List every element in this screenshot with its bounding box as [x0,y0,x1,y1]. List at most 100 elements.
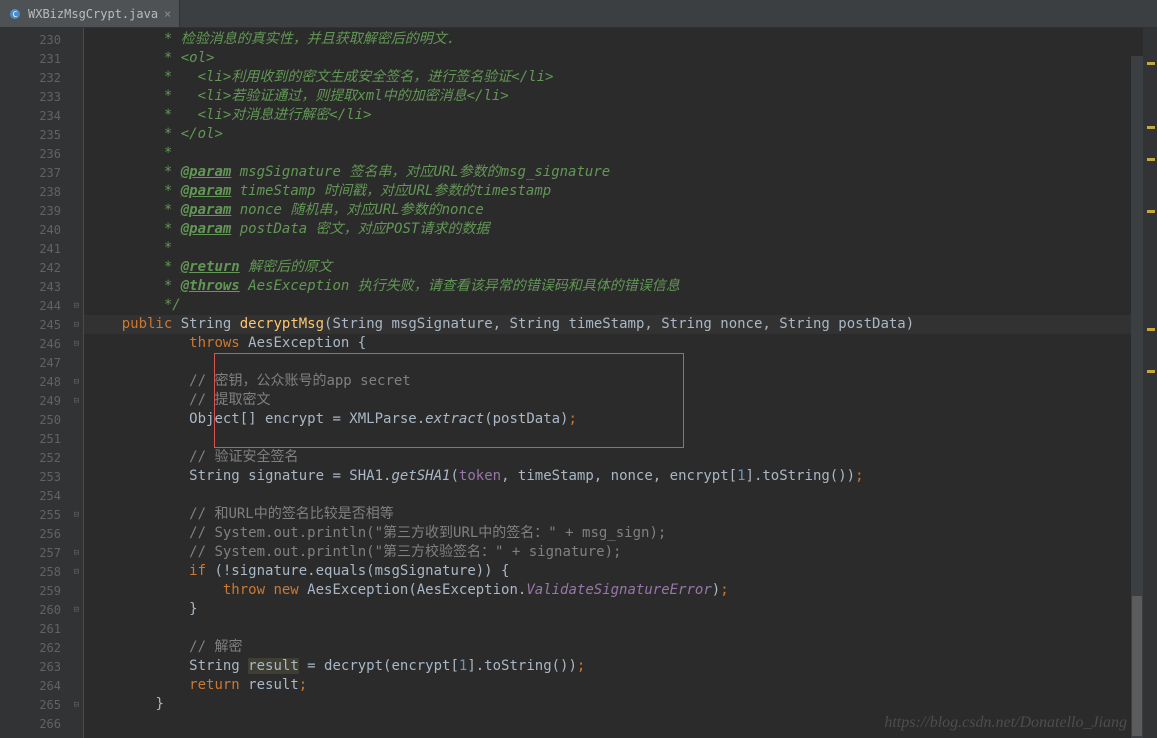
error-stripe-marker[interactable] [1147,126,1155,129]
editor-tab[interactable]: C WXBizMsgCrypt.java × [0,0,180,27]
tab-filename: WXBizMsgCrypt.java [28,7,158,21]
gutter-line: 262 [0,638,83,657]
code-line[interactable]: // 提取密文 [84,391,1143,410]
code-line[interactable]: * @param postData 密文，对应POST请求的数据 [84,220,1143,239]
line-number: 264 [39,679,61,693]
line-number: 231 [39,52,61,66]
gutter-line: 250 [0,410,83,429]
code-line[interactable]: // 解密 [84,638,1143,657]
fold-icon[interactable]: ⊟ [74,301,79,311]
code-line[interactable]: // 验证安全签名 [84,448,1143,467]
line-number: 246 [39,337,61,351]
line-number: 252 [39,451,61,465]
gutter-line: 257⊟ [0,543,83,562]
code-line[interactable]: * [84,239,1143,258]
line-number: 233 [39,90,61,104]
code-line[interactable]: * <li>对消息进行解密</li> [84,106,1143,125]
code-line[interactable]: * @param msgSignature 签名串，对应URL参数的msg_si… [84,163,1143,182]
code-line[interactable] [84,429,1143,448]
fold-icon[interactable]: ⊟ [74,320,79,330]
code-line[interactable]: } [84,600,1143,619]
line-number: 250 [39,413,61,427]
gutter-line: 237 [0,163,83,182]
code-line[interactable]: // 和URL中的签名比较是否相等 [84,505,1143,524]
gutter-line: 266 [0,714,83,733]
code-line[interactable]: */ [84,296,1143,315]
code-line[interactable]: // System.out.println("第三方收到URL中的签名：" + … [84,524,1143,543]
line-number: 258 [39,565,61,579]
code-line[interactable]: throw new AesException(AesException.Vali… [84,581,1143,600]
gutter-line: 232 [0,68,83,87]
code-line[interactable]: * @return 解密后的原文 [84,258,1143,277]
fold-icon[interactable]: ⊟ [74,605,79,615]
code-line[interactable]: return result; [84,676,1143,695]
gutter-line: 230 [0,30,83,49]
gutter-line: 255 ⊟ [0,505,83,524]
vertical-scrollbar[interactable] [1131,56,1143,738]
line-number-gutter: 2302312322332342352362372382392402412422… [0,28,84,738]
line-number: 259 [39,584,61,598]
error-stripe-marker[interactable] [1147,370,1155,373]
code-line[interactable]: String result = decrypt(encrypt[1].toStr… [84,657,1143,676]
line-number: 243 [39,280,61,294]
line-number: 247 [39,356,61,370]
code-line[interactable]: * @param nonce 随机串，对应URL参数的nonce [84,201,1143,220]
line-number: 245 [39,318,61,332]
fold-icon[interactable]: ⊟ [74,567,79,577]
fold-icon[interactable]: ⊟ [74,548,79,558]
error-stripe-marker[interactable] [1147,210,1155,213]
error-stripe-marker[interactable] [1147,62,1155,65]
code-line[interactable]: * <li>利用收到的密文生成安全签名，进行签名验证</li> [84,68,1143,87]
code-line[interactable]: // System.out.println("第三方校验签名：" + signa… [84,543,1143,562]
code-line[interactable]: * <li>若验证通过，则提取xml中的加密消息</li> [84,87,1143,106]
svg-text:C: C [13,10,18,19]
line-number: 235 [39,128,61,142]
gutter-line: 248⊟ [0,372,83,391]
code-line[interactable]: // 密钥，公众账号的app secret [84,372,1143,391]
code-line[interactable] [84,486,1143,505]
code-line[interactable]: * @param timeStamp 时间戳，对应URL参数的timestamp [84,182,1143,201]
gutter-line: 245 ⊟ [0,315,83,334]
gutter-line: 260⊟ [0,600,83,619]
code-line[interactable]: Object[] encrypt = XMLParse.extract(post… [84,410,1143,429]
code-line[interactable]: String signature = SHA1.getSHA1(token, t… [84,467,1143,486]
gutter-line: 263 [0,657,83,676]
gutter-line: 252 [0,448,83,467]
code-line[interactable]: * @throws AesException 执行失败，请查看该异常的错误码和具… [84,277,1143,296]
gutter-line: 240 [0,220,83,239]
code-line[interactable]: * [84,144,1143,163]
line-number: 234 [39,109,61,123]
fold-icon[interactable]: ⊟ [74,700,79,710]
gutter-line: 261 [0,619,83,638]
error-stripe-marker[interactable] [1147,158,1155,161]
code-line[interactable] [84,619,1143,638]
error-stripe[interactable] [1143,28,1157,738]
fold-icon[interactable]: ⊟ [74,377,79,387]
code-line[interactable] [84,714,1143,733]
line-number: 262 [39,641,61,655]
gutter-line: 238 [0,182,83,201]
fold-icon[interactable]: ⊟ [74,396,79,406]
scrollbar-thumb[interactable] [1132,596,1142,736]
code-line[interactable]: * 检验消息的真实性，并且获取解密后的明文. [84,30,1143,49]
code-line[interactable]: * <ol> [84,49,1143,68]
code-line[interactable]: * </ol> [84,125,1143,144]
line-number: 265 [39,698,61,712]
code-line[interactable]: public String decryptMsg(String msgSigna… [84,315,1143,334]
code-area[interactable]: * 检验消息的真实性，并且获取解密后的明文. * <ol> * <li>利用收到… [84,28,1143,738]
gutter-line: 239 [0,201,83,220]
gutter-line: 243 [0,277,83,296]
line-number: 230 [39,33,61,47]
code-line[interactable]: throws AesException { [84,334,1143,353]
gutter-line: 259 [0,581,83,600]
line-number: 244 [39,299,61,313]
code-line[interactable] [84,353,1143,372]
code-line[interactable]: } [84,695,1143,714]
fold-icon[interactable]: ⊟ [74,339,79,349]
error-stripe-marker[interactable] [1147,328,1155,331]
fold-icon[interactable]: ⊟ [74,510,79,520]
code-line[interactable]: if (!signature.equals(msgSignature)) { [84,562,1143,581]
line-number: 255 [39,508,61,522]
close-icon[interactable]: × [164,7,171,21]
line-number: 241 [39,242,61,256]
